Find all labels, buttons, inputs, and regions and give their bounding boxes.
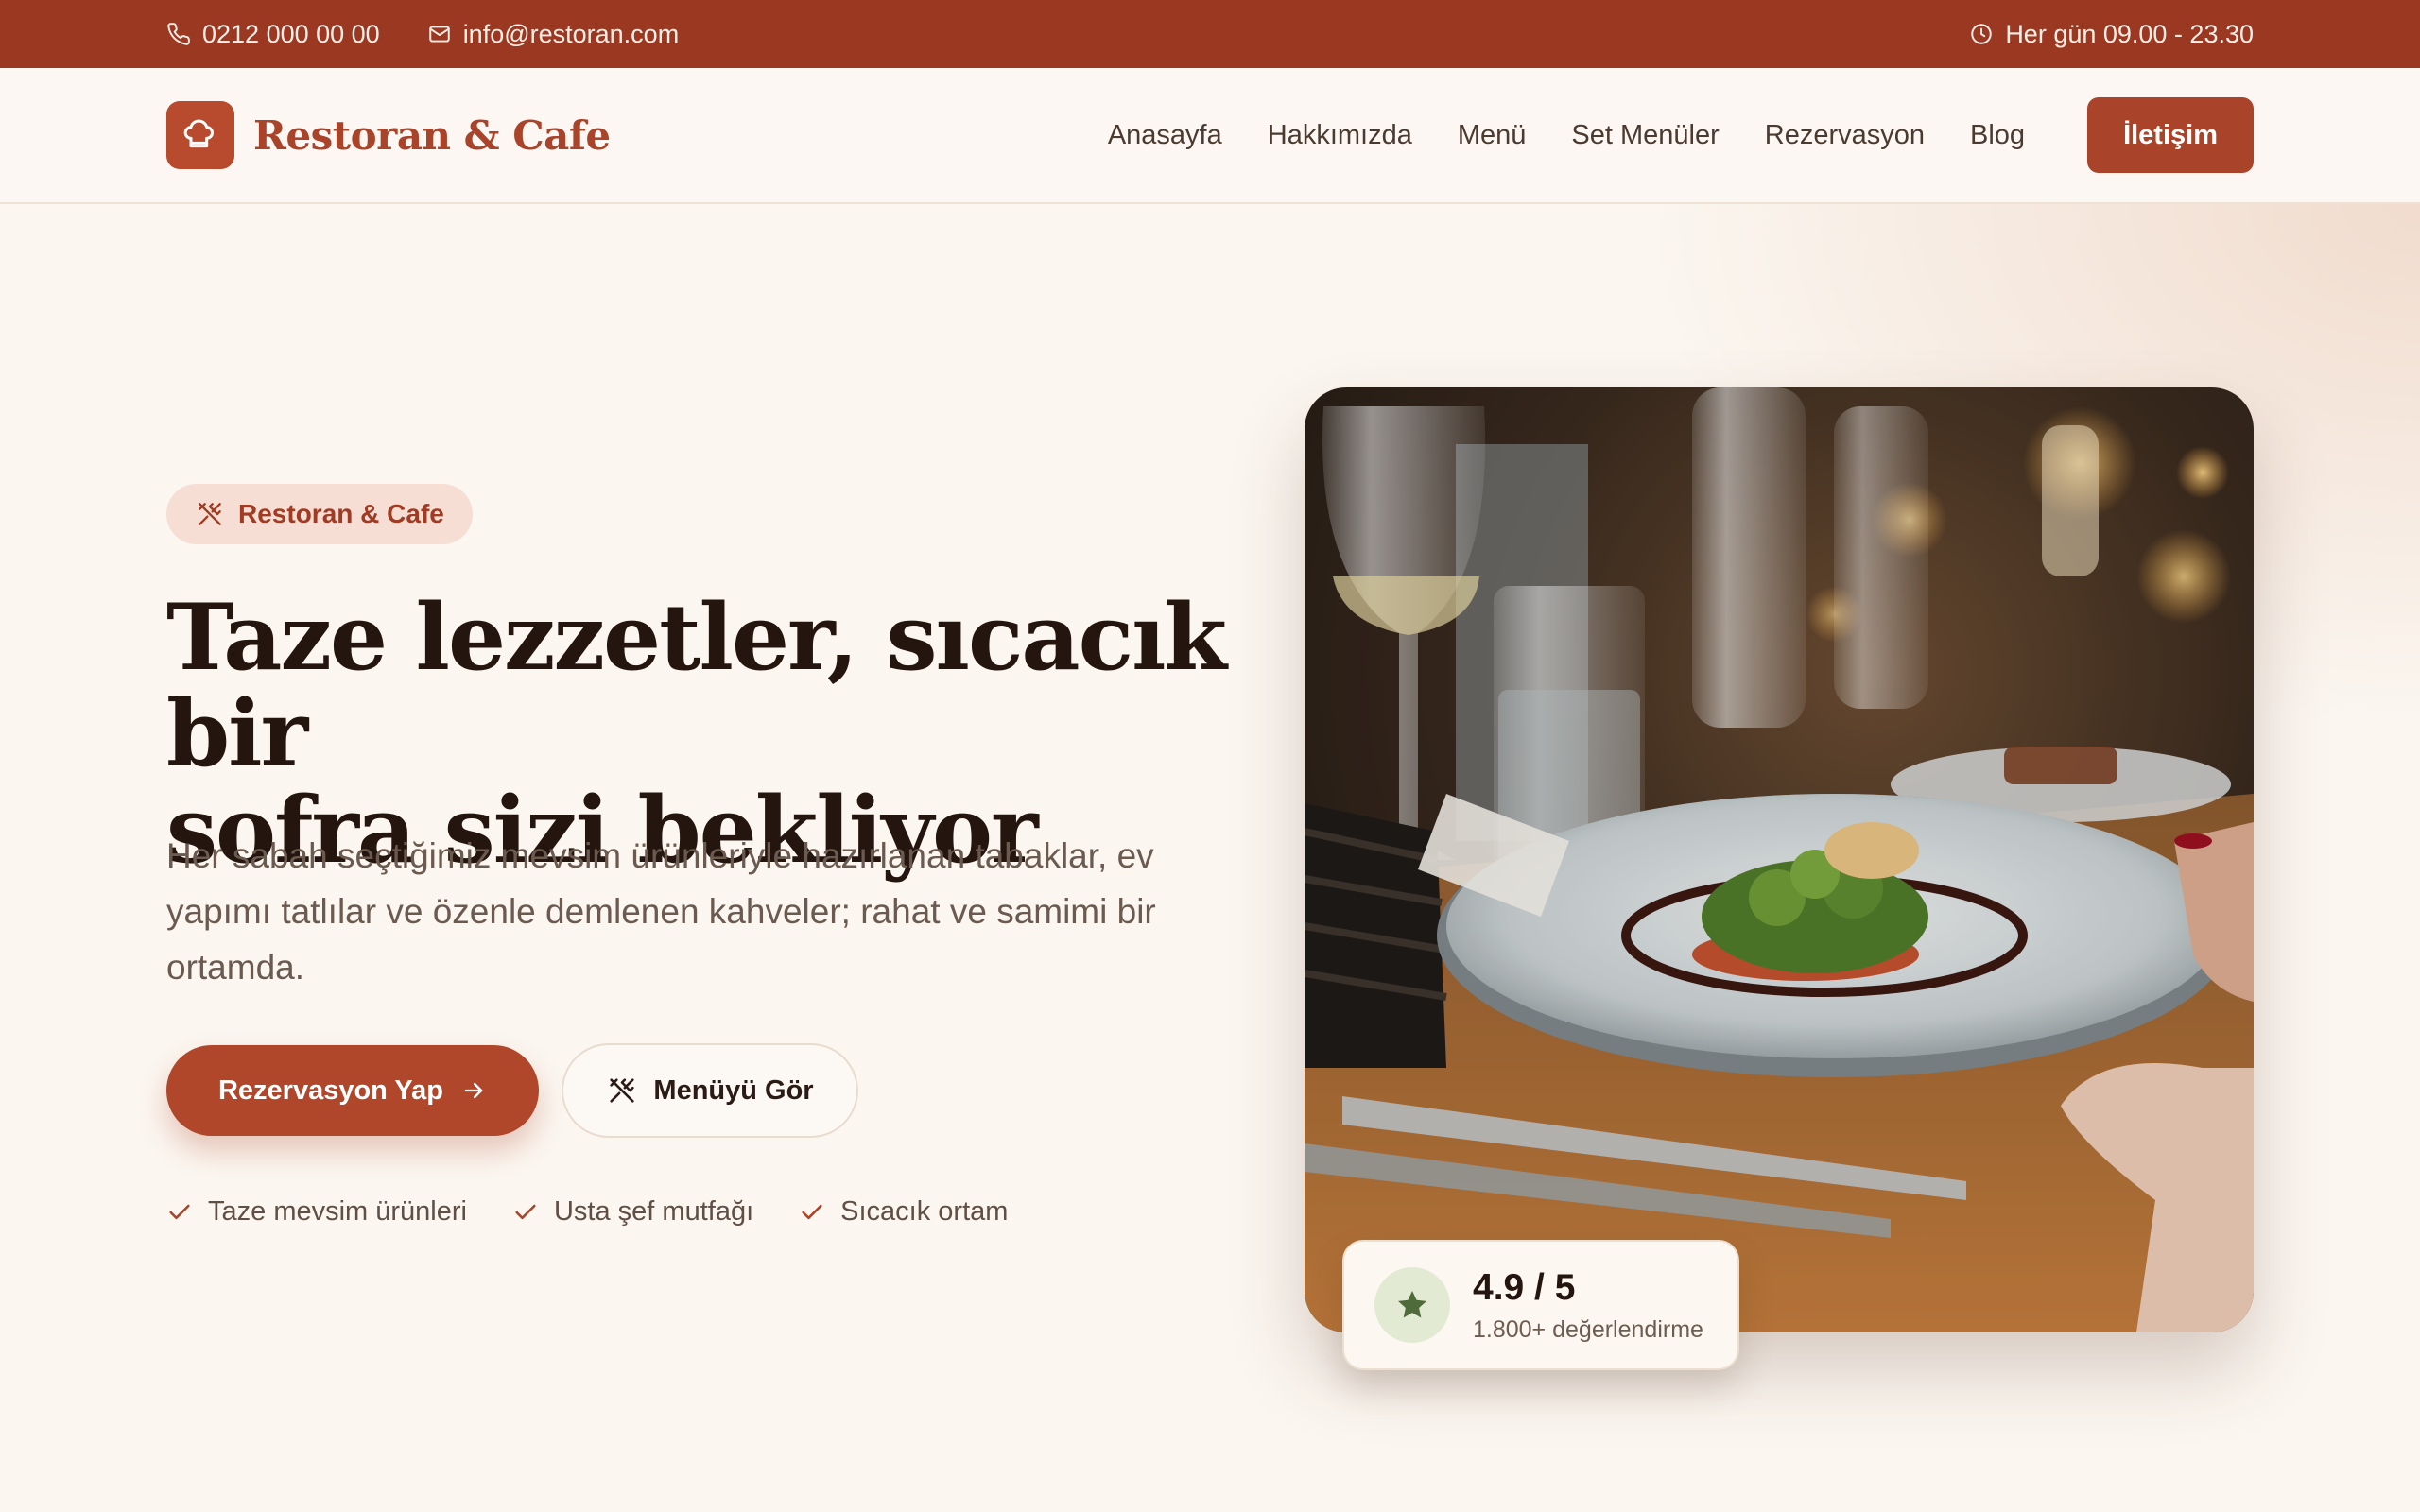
feature-label: Usta şef mutfağı: [553, 1196, 754, 1227]
hero-badge-label: Restoran & Cafe: [238, 499, 444, 528]
feature-label: Sıcacık ortam: [840, 1196, 1009, 1227]
hero-food-photo: [1305, 387, 2254, 1332]
email-text: info@restoran.com: [462, 19, 680, 48]
utensils-icon: [610, 1078, 635, 1103]
feature-label: Taze mevsim ürünleri: [208, 1196, 467, 1227]
nav-blog[interactable]: Blog: [1970, 120, 2025, 151]
hero-badge: Restoran & Cafe: [166, 484, 473, 544]
check-icon: [169, 1204, 190, 1219]
brand-link[interactable]: Restoran & Cafe: [166, 101, 611, 169]
hero-title-line-1: Taze lezzetler, sıcacık bir: [166, 584, 1227, 787]
brand-name: Restoran & Cafe: [253, 112, 611, 159]
utensils-icon: [199, 503, 221, 525]
email-link[interactable]: info@restoran.com: [427, 19, 680, 49]
main-nav: Anasayfa Hakkımızda Menü Set Menüler Rez…: [1108, 97, 2254, 173]
nav-hakkimizda[interactable]: Hakkımızda: [1268, 120, 1412, 151]
view-menu-button-label: Menüyü Gör: [653, 1074, 814, 1106]
nav-set-menuler[interactable]: Set Menüler: [1571, 120, 1719, 151]
phone-icon: [167, 23, 190, 45]
clock-icon: [1971, 24, 1993, 44]
top-bar: 0212 000 00 00 info@restoran.com Her gün…: [0, 0, 2420, 68]
feature-item: Sıcacık ortam: [799, 1196, 1008, 1228]
rating-icon-circle: [1374, 1267, 1450, 1343]
feature-list: Taze mevsim ürünleri Usta şef mutfağı Sı…: [166, 1196, 1008, 1228]
contact-group: 0212 000 00 00 info@restoran.com: [166, 20, 679, 49]
arrow-right-icon: [464, 1082, 483, 1099]
reservation-button-label: Rezervasyon Yap: [217, 1074, 444, 1106]
feature-item: Taze mevsim ürünleri: [166, 1196, 467, 1228]
rating-score: 4.9 / 5: [1473, 1266, 1576, 1308]
star-icon: [1397, 1290, 1427, 1318]
nav-menu[interactable]: Menü: [1458, 120, 1527, 151]
brand-logo: [166, 101, 234, 169]
chef-hat-icon: [183, 119, 214, 148]
check-icon: [515, 1204, 536, 1219]
contact-button[interactable]: İletişim: [2087, 97, 2254, 173]
site-header: Restoran & Cafe Anasayfa Hakkımızda Menü…: [0, 68, 2420, 204]
reservation-button[interactable]: Rezervasyon Yap: [166, 1045, 539, 1136]
hours-text: Her gün 09.00 - 23.30: [2005, 19, 2254, 48]
rating-card: 4.9 / 5 1.800+ değerlendirme: [1342, 1240, 1739, 1370]
mail-icon: [428, 26, 450, 43]
phone-text: 0212 000 00 00: [202, 19, 380, 48]
check-icon: [802, 1204, 822, 1219]
nav-rezervasyon[interactable]: Rezervasyon: [1765, 120, 1925, 151]
restaurant-table-illustration: [1305, 387, 2254, 1332]
rating-text: 4.9 / 5 1.800+ değerlendirme: [1473, 1267, 1703, 1344]
nav-anasayfa[interactable]: Anasayfa: [1108, 120, 1222, 151]
hero-description: Her sabah seçtiğimiz mevsim ürünleriyle …: [166, 836, 1156, 987]
phone-link[interactable]: 0212 000 00 00: [166, 20, 380, 49]
view-menu-button[interactable]: Menüyü Gör: [562, 1043, 858, 1138]
rating-count: 1.800+ değerlendirme: [1473, 1315, 1703, 1343]
feature-item: Usta şef mutfağı: [512, 1196, 753, 1228]
opening-hours: Her gün 09.00 - 23.30: [1969, 20, 2254, 49]
